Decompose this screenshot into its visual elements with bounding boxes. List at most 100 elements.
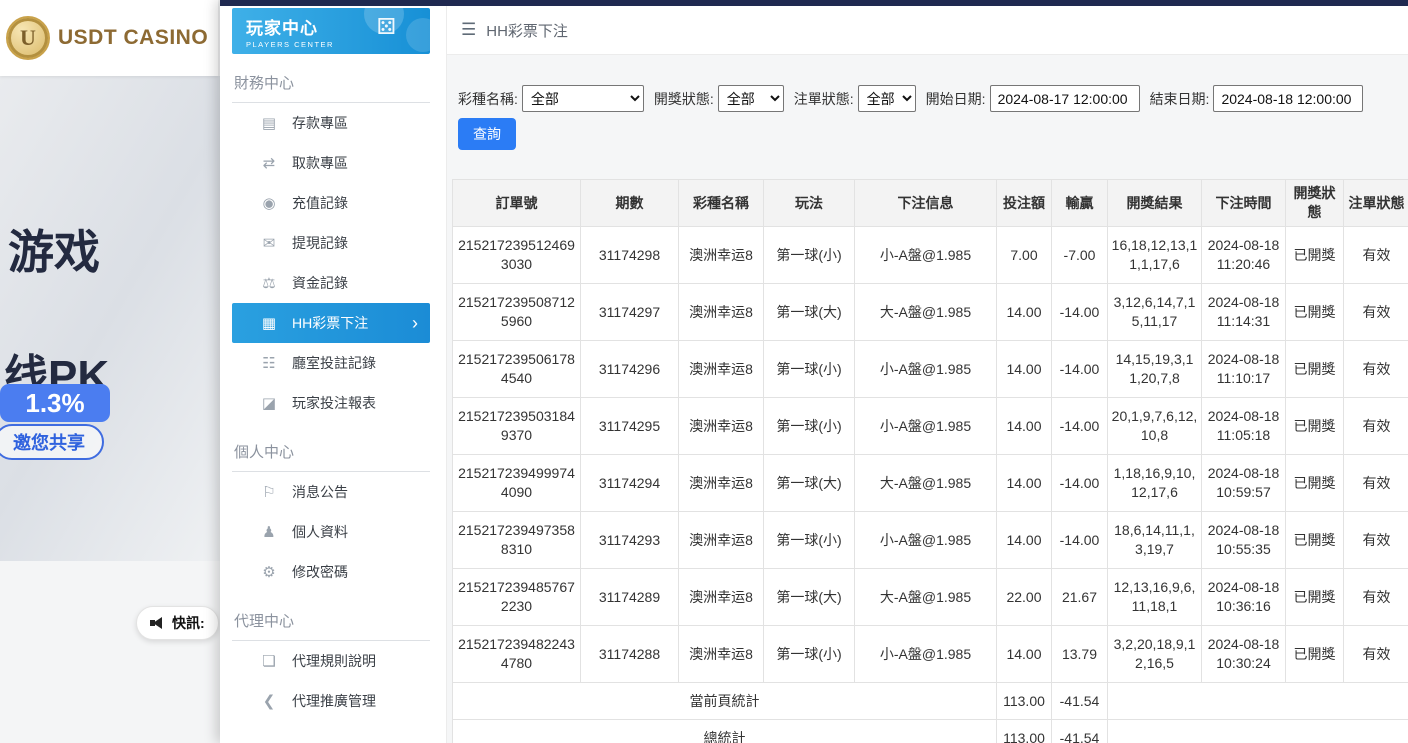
table-cell: 第一球(小) bbox=[764, 626, 855, 683]
sidebar-item-room-bet-records[interactable]: ☷ 廳室投註記錄 bbox=[232, 343, 430, 383]
table-cell: 31174296 bbox=[581, 341, 679, 398]
main-header: ☰ HH彩票下注 bbox=[447, 6, 1408, 55]
table-cell: 2152172395031849370 bbox=[453, 398, 581, 455]
table-cell: 小-A盤@1.985 bbox=[855, 398, 997, 455]
table-cell: 2152172394822434780 bbox=[453, 626, 581, 683]
table-row: 215217239485767223031174289澳洲幸运8第一球(大)大-… bbox=[453, 569, 1408, 626]
sidebar-item-label: 個人資料 bbox=[292, 522, 348, 542]
sidebar-item-funds-records[interactable]: ⚖資金記錄 bbox=[232, 263, 430, 303]
sidebar-header: ⚄ 玩家中心 PLAYERS CENTER bbox=[232, 8, 430, 54]
sidebar-item-agent-promotion[interactable]: ❮代理推廣管理 bbox=[232, 681, 430, 721]
sidebar-item-label: 廳室投註記錄 bbox=[292, 353, 376, 373]
sidebar-item-label: 修改密碼 bbox=[292, 562, 348, 582]
sidebar-section-title: 代理中心 bbox=[232, 610, 430, 631]
table-cell: 小-A盤@1.985 bbox=[855, 341, 997, 398]
query-button[interactable]: 查詢 bbox=[458, 118, 516, 150]
hamburger-menu-icon[interactable]: ☰ bbox=[461, 20, 476, 40]
table-cell: 14.00 bbox=[997, 284, 1052, 341]
sidebar-item-label: 取款專區 bbox=[292, 153, 348, 173]
table-cell: 2024-08-18 11:10:17 bbox=[1202, 341, 1286, 398]
sidebar-item-player-report[interactable]: ◪玩家投注報表 bbox=[232, 383, 430, 423]
table-footer-row: 當前頁統計113.00-41.54 bbox=[453, 683, 1408, 720]
sidebar-item-profile[interactable]: ♟ 個人資料 bbox=[232, 512, 430, 552]
table-cell: 大-A盤@1.985 bbox=[855, 284, 997, 341]
sidebar-item-agent-rules[interactable]: ❏代理規則說明 bbox=[232, 641, 430, 681]
background-page: 游戏 线PK 1.3% 邀您共享 U USDT CASINO 快訊: bbox=[0, 0, 220, 743]
announcement-icon: ⚐ bbox=[258, 483, 280, 501]
table-row: 215217239503184937031174295澳洲幸运8第一球(小)小-… bbox=[453, 398, 1408, 455]
column-header-order-no: 訂單號 bbox=[453, 180, 581, 227]
table-cell: 18,6,14,11,1,3,19,7 bbox=[1108, 512, 1202, 569]
page-title: HH彩票下注 bbox=[486, 20, 568, 41]
room-bet-record-icon: ☷ bbox=[258, 354, 280, 372]
table-cell: 有效 bbox=[1344, 569, 1408, 626]
table-cell: 31174297 bbox=[581, 284, 679, 341]
footer-label: 當前頁統計 bbox=[453, 683, 997, 720]
lottery-bet-icon: ▦ bbox=[258, 314, 280, 332]
table-row: 215217239506178454031174296澳洲幸运8第一球(小)小-… bbox=[453, 341, 1408, 398]
sidebar-subtitle: PLAYERS CENTER bbox=[246, 40, 430, 49]
sidebar-item-label: HH彩票下注 bbox=[292, 313, 368, 333]
gear-icon: ⚙ bbox=[258, 563, 280, 581]
table-cell: 22.00 bbox=[997, 569, 1052, 626]
table-cell: 2152172394999744090 bbox=[453, 455, 581, 512]
footer-empty bbox=[1108, 683, 1408, 720]
table-cell: 已開獎 bbox=[1286, 284, 1344, 341]
end-date-input[interactable] bbox=[1213, 85, 1363, 112]
profile-icon: ♟ bbox=[258, 523, 280, 541]
column-header-win-loss: 輸贏 bbox=[1052, 180, 1108, 227]
sidebar-section-title: 個人中心 bbox=[232, 441, 430, 462]
table-cell: 2024-08-18 10:36:16 bbox=[1202, 569, 1286, 626]
sidebar-item-withdraw-records[interactable]: ✉提現記錄 bbox=[232, 223, 430, 263]
order-status-select[interactable]: 全部 bbox=[858, 85, 916, 112]
table-cell: 第一球(大) bbox=[764, 455, 855, 512]
table-cell: 澳洲幸运8 bbox=[679, 455, 764, 512]
table-cell: 有效 bbox=[1344, 512, 1408, 569]
table-cell: 2152172395124693030 bbox=[453, 227, 581, 284]
table-cell: 已開獎 bbox=[1286, 341, 1344, 398]
lottery-name-select[interactable]: 全部 bbox=[522, 85, 644, 112]
sidebar-item-label: 存款專區 bbox=[292, 113, 348, 133]
player-report-icon: ◪ bbox=[258, 394, 280, 412]
table-cell: 已開獎 bbox=[1286, 512, 1344, 569]
table-cell: 澳洲幸运8 bbox=[679, 284, 764, 341]
order-status-label: 注單狀態: bbox=[794, 89, 854, 109]
table-header-row: 訂單號 期數 彩種名稱 玩法 下注信息 投注額 輸贏 開獎結果 下注時間 開獎狀… bbox=[453, 180, 1408, 227]
draw-status-label: 開獎狀態: bbox=[654, 89, 714, 109]
sidebar: ⚄ 玩家中心 PLAYERS CENTER 財務中心 ▤存款專區⇄取款專區◉充值記… bbox=[220, 6, 446, 743]
end-date-label: 結束日期: bbox=[1150, 89, 1210, 109]
sidebar-item-hh-lottery-bets[interactable]: ▦HH彩票下注› bbox=[232, 303, 430, 343]
column-header-bet-info: 下注信息 bbox=[855, 180, 997, 227]
table-cell: -14.00 bbox=[1052, 341, 1108, 398]
speaker-icon bbox=[150, 617, 165, 629]
table-cell: 31174298 bbox=[581, 227, 679, 284]
table-cell: 2152172395087125960 bbox=[453, 284, 581, 341]
table-row: 215217239499974409031174294澳洲幸运8第一球(大)大-… bbox=[453, 455, 1408, 512]
table-cell: 大-A盤@1.985 bbox=[855, 569, 997, 626]
table-row: 215217239508712596031174297澳洲幸运8第一球(大)大-… bbox=[453, 284, 1408, 341]
draw-status-select[interactable]: 全部 bbox=[718, 85, 784, 112]
agent-rules-icon: ❏ bbox=[258, 652, 280, 670]
table-body: 215217239512469303031174298澳洲幸运8第一球(小)小-… bbox=[453, 227, 1408, 743]
table-cell: 14,15,19,3,11,20,7,8 bbox=[1108, 341, 1202, 398]
table-cell: 14.00 bbox=[997, 341, 1052, 398]
table-cell: 有效 bbox=[1344, 227, 1408, 284]
sidebar-item-recharge-records[interactable]: ◉充值記錄 bbox=[232, 183, 430, 223]
sidebar-item-withdraw[interactable]: ⇄取款專區 bbox=[232, 143, 430, 183]
table-row: 215217239482243478031174288澳洲幸运8第一球(小)小-… bbox=[453, 626, 1408, 683]
footer-label: 總統計 bbox=[453, 720, 997, 743]
table-cell: 21.67 bbox=[1052, 569, 1108, 626]
start-date-input[interactable] bbox=[990, 85, 1140, 112]
news-ticker[interactable]: 快訊: bbox=[136, 606, 219, 640]
column-header-period: 期數 bbox=[581, 180, 679, 227]
players-center-panel: ⚄ 玩家中心 PLAYERS CENTER 財務中心 ▤存款專區⇄取款專區◉充值記… bbox=[220, 0, 1408, 743]
sidebar-item-change-password[interactable]: ⚙ 修改密碼 bbox=[232, 552, 430, 592]
sidebar-item-deposit[interactable]: ▤存款專區 bbox=[232, 103, 430, 143]
sidebar-item-announcements[interactable]: ⚐消息公告 bbox=[232, 472, 430, 512]
table-cell: 31174288 bbox=[581, 626, 679, 683]
sidebar-sections: 財務中心▤存款專區⇄取款專區◉充值記錄✉提現記錄⚖資金記錄▦HH彩票下注›☷廳室… bbox=[232, 72, 430, 721]
table-cell: 大-A盤@1.985 bbox=[855, 455, 997, 512]
content-area: 彩種名稱: 全部 開獎狀態: 全部 注單狀態: 全 bbox=[447, 55, 1408, 743]
promo-rate-badge: 1.3% bbox=[0, 384, 110, 422]
sidebar-section-title: 財務中心 bbox=[232, 72, 430, 93]
